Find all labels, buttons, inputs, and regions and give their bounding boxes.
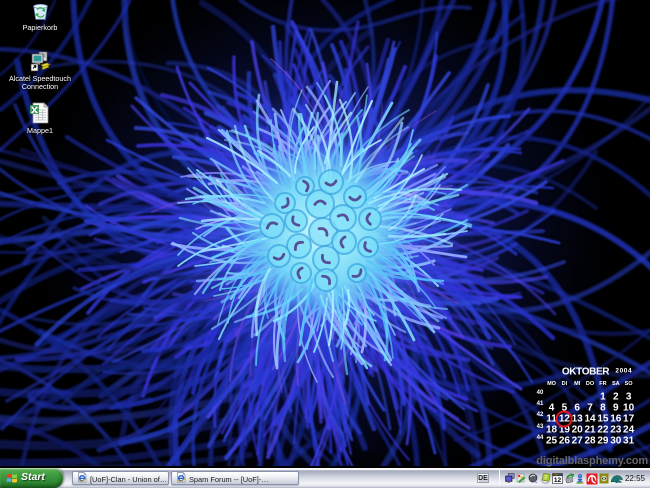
svg-text:12: 12	[554, 477, 562, 484]
